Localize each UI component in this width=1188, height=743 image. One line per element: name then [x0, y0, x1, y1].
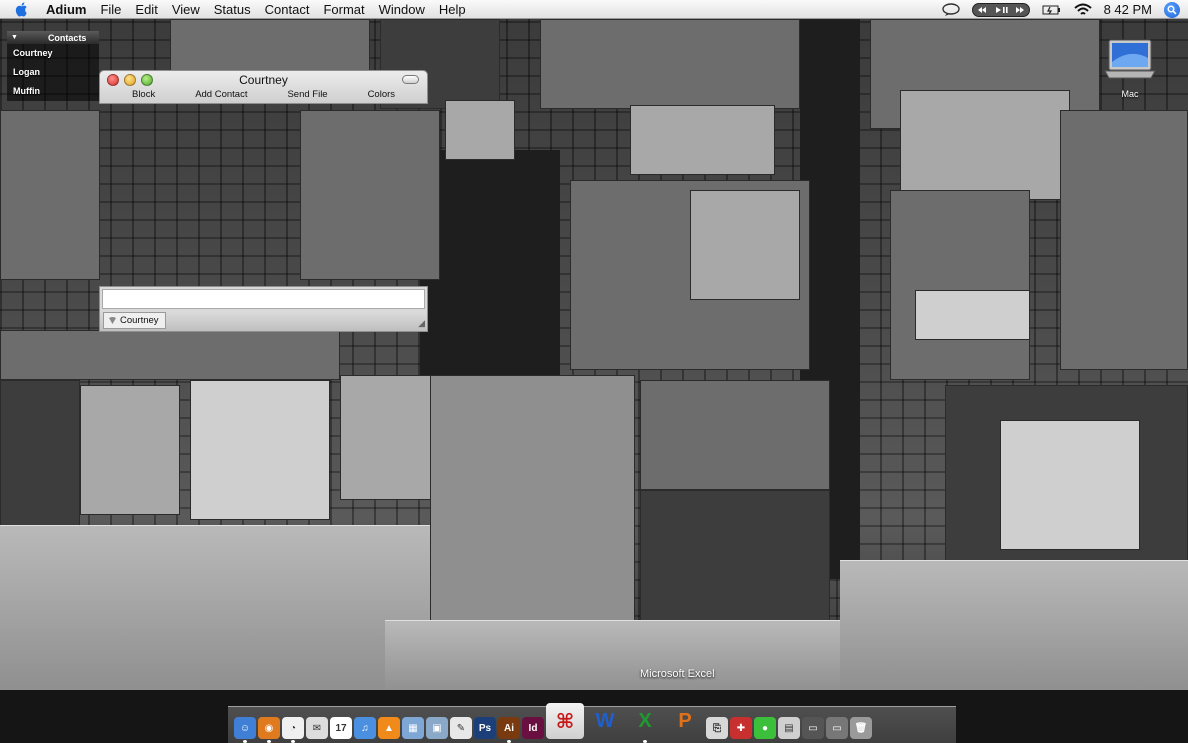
vlc-icon[interactable]: ▲ [378, 717, 400, 739]
chat-input-area: Courtney ◢ [99, 286, 428, 332]
menu-app-adium[interactable]: Adium [42, 0, 93, 19]
firefox-icon[interactable]: ◉ [258, 717, 280, 743]
building [445, 100, 515, 160]
stuffit-icon[interactable]: ⎘ [706, 717, 728, 739]
building [915, 290, 1030, 340]
stack-folder-icon-2[interactable]: ▭ [826, 717, 848, 739]
chat-tab-label: Courtney [120, 315, 159, 326]
laptop-drive-icon [1104, 39, 1156, 79]
apple-icon[interactable] [14, 1, 30, 17]
chat-app-icon[interactable]: ● [754, 717, 776, 739]
finder-icon[interactable]: ☺ [234, 717, 256, 743]
itunes-icon[interactable]: ♫ [354, 717, 376, 739]
menu-view[interactable]: View [165, 0, 207, 19]
menu-file[interactable]: File [93, 0, 128, 19]
trash-icon[interactable]: 🗑 [850, 717, 872, 739]
app-icon[interactable]: ✚ [730, 717, 752, 739]
contact-item-logan[interactable]: Logan [7, 63, 99, 82]
calculator-icon[interactable]: ▤ [778, 717, 800, 739]
chat-tab-courtney[interactable]: Courtney [103, 312, 166, 329]
desktop-wallpaper [0, 0, 1188, 743]
indesign-icon[interactable]: Id [522, 717, 544, 739]
toolbar-toggle-button[interactable] [402, 75, 419, 84]
adium-icon[interactable]: ◔ [282, 717, 304, 743]
street [420, 150, 560, 380]
building [430, 375, 635, 635]
building [690, 190, 800, 300]
building [1060, 110, 1188, 370]
building [890, 190, 1030, 380]
powerpoint-icon[interactable]: P [666, 703, 704, 739]
adium-status-icon[interactable] [941, 2, 960, 17]
building [0, 380, 80, 530]
menu-extras: 8 42 PM [936, 0, 1188, 19]
building-ledge [0, 525, 430, 695]
mail-icon[interactable]: ✉ [306, 717, 328, 739]
desktop-drive[interactable]: Mac [1100, 38, 1160, 99]
iphoto-icon[interactable]: ▦ [402, 717, 424, 739]
menu-help[interactable]: Help [432, 0, 473, 19]
building [640, 380, 830, 490]
building [540, 19, 800, 109]
building [1000, 420, 1140, 550]
chat-window-title: Courtney [239, 73, 288, 87]
building [80, 385, 180, 515]
spotlight-icon[interactable] [1164, 1, 1180, 18]
contact-list: ▼ Contacts Courtney Logan Muffin [7, 31, 99, 101]
dock-icons: ☺ ◉ ◔ ✉ 17 ♫ ▲ ▦ ▣ ✎ Ps Ai Id ⌘ W X P ⎘ ✚ ● ▤ ▭ ▭ 🗑 [234, 703, 872, 743]
preview-icon[interactable]: ▣ [426, 717, 448, 739]
menu-bar: Adium File Edit View Status Contact Form… [0, 0, 1188, 19]
menu-edit[interactable]: Edit [128, 0, 164, 19]
building [640, 490, 830, 630]
chat-toolbar: Block Add Contact Send File Colors [100, 89, 427, 100]
building [300, 110, 440, 280]
building [630, 105, 775, 175]
status-icon [109, 316, 116, 324]
wifi-icon[interactable] [1073, 3, 1092, 17]
contact-group-header[interactable]: ▼ Contacts [7, 31, 99, 44]
illustrator-icon[interactable]: Ai [498, 717, 520, 743]
chat-tab-bar: Courtney ◢ [100, 311, 427, 331]
contact-item-courtney[interactable]: Courtney [7, 44, 99, 63]
building [0, 110, 100, 280]
excel-icon[interactable]: X [626, 703, 664, 743]
ical-icon[interactable]: 17 [330, 717, 352, 739]
menu-status[interactable]: Status [207, 0, 258, 19]
menu-format[interactable]: Format [316, 0, 371, 19]
block-button[interactable]: Block [128, 89, 159, 100]
battery-icon[interactable] [1042, 4, 1062, 16]
building [340, 375, 435, 500]
add-contact-button[interactable]: Add Contact [191, 89, 251, 100]
word-icon[interactable]: W [586, 703, 624, 739]
photoshop-icon[interactable]: Ps [474, 717, 496, 739]
building [190, 380, 330, 520]
dock-tooltip: Microsoft Excel [640, 668, 715, 680]
chat-window: Courtney Block Add Contact Send File Col… [99, 70, 428, 104]
textedit-icon[interactable]: ✎ [450, 717, 472, 739]
contact-group-label: Contacts [47, 32, 87, 43]
building-ledge [840, 560, 1188, 695]
building [900, 90, 1070, 200]
colors-button[interactable]: Colors [364, 89, 399, 100]
stack-folder-icon[interactable]: ▭ [802, 717, 824, 739]
dock: ☺ ◉ ◔ ✉ 17 ♫ ▲ ▦ ▣ ✎ Ps Ai Id ⌘ W X P ⎘ ✚ ● ▤ ▭ ▭ 🗑 [228, 703, 956, 743]
building [0, 330, 340, 380]
desktop-drive-label: Mac [1121, 89, 1139, 99]
media-controls-icon[interactable] [971, 2, 1030, 17]
contact-item-muffin[interactable]: Muffin [7, 82, 99, 101]
disclosure-triangle-icon[interactable]: ▼ [11, 34, 18, 41]
message-input[interactable] [102, 289, 425, 309]
menu-contact[interactable]: Contact [258, 0, 317, 19]
acrobat-icon[interactable]: ⌘ [546, 703, 584, 739]
menu-clock[interactable]: 8 42 PM [1104, 2, 1152, 17]
chat-titlebar[interactable]: Courtney Block Add Contact Send File Col… [99, 70, 428, 104]
send-file-button[interactable]: Send File [283, 89, 331, 100]
resize-grip-icon[interactable]: ◢ [418, 318, 425, 329]
menu-window[interactable]: Window [372, 0, 432, 19]
